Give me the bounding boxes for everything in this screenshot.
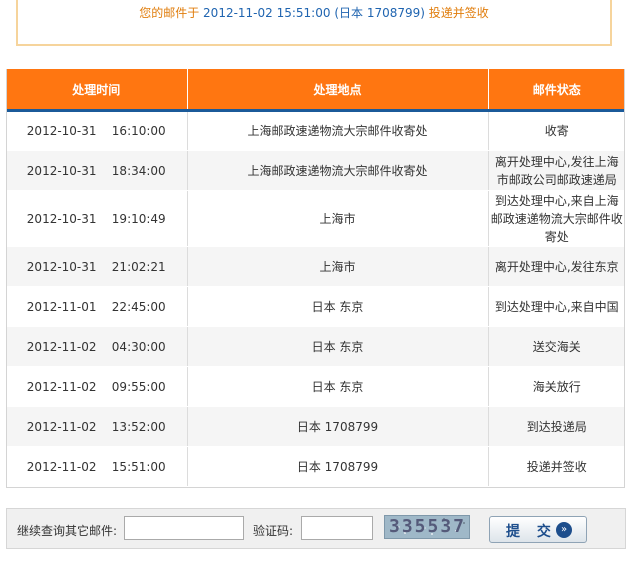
verification-code-input[interactable] — [301, 516, 373, 540]
row-status: 投递并签收 — [488, 446, 625, 487]
row-status: 离开处理中心,发往上海市邮政公司邮政速递局 — [488, 150, 625, 191]
row-time: 2012-11-02 04:30:00 — [6, 326, 188, 367]
row-time: 2012-11-02 09:55:00 — [6, 366, 188, 407]
row-location: 日本 1708799 — [187, 446, 489, 487]
notice-datetime: 2012-11-02 15:51:00 — [203, 6, 331, 20]
row-status: 收寄 — [488, 110, 625, 151]
tracking-table: 处理时间 处理地点 邮件状态 2012-10-31 16:10:00 上海邮政速… — [6, 69, 625, 487]
row-location: 上海市 — [187, 246, 489, 287]
row-status: 海关放行 — [488, 366, 625, 407]
row-status: 到达处理中心,来自上海邮政速递物流大宗邮件收寄处 — [488, 190, 625, 247]
query-bar: 继续查询其它邮件: 验证码: 335537 提 交 » — [6, 508, 626, 549]
table-row: 2012-11-02 09:55:00 日本 东京 海关放行 — [6, 366, 625, 407]
row-status: 离开处理中心,发往东京 — [488, 246, 625, 287]
row-location: 日本 东京 — [187, 366, 489, 407]
header-processing-location: 处理地点 — [187, 69, 489, 112]
row-time: 2012-10-31 16:10:00 — [6, 110, 188, 151]
row-time: 2012-10-31 19:10:49 — [6, 190, 188, 247]
row-time: 2012-10-31 18:34:00 — [6, 150, 188, 191]
notice-prefix: 您的邮件于 — [139, 6, 204, 20]
row-status: 送交海关 — [488, 326, 625, 367]
delivery-notice-text: 您的邮件于 2012-11-02 15:51:00 (日本 1708799) 投… — [18, 4, 610, 21]
verification-code-label: 验证码: — [253, 524, 294, 538]
table-row: 2012-10-31 16:10:00 上海邮政速递物流大宗邮件收寄处 收寄 — [6, 110, 625, 151]
row-location: 上海邮政速递物流大宗邮件收寄处 — [187, 110, 489, 151]
mail-number-label: 继续查询其它邮件: — [17, 524, 118, 538]
table-row: 2012-10-31 18:34:00 上海邮政速递物流大宗邮件收寄处 离开处理… — [6, 150, 625, 191]
row-status: 到达处理中心,来自中国 — [488, 286, 625, 327]
row-location: 上海市 — [187, 190, 489, 247]
captcha-text: 335537 — [389, 516, 467, 537]
row-location: 日本 东京 — [187, 326, 489, 367]
notice-suffix: 投递并签收 — [424, 6, 489, 20]
row-time: 2012-10-31 21:02:21 — [6, 246, 188, 287]
row-location: 上海邮政速递物流大宗邮件收寄处 — [187, 150, 489, 191]
row-location: 日本 1708799 — [187, 406, 489, 447]
captcha-image[interactable]: 335537 — [384, 515, 470, 539]
notice-place: (日本 1708799) — [334, 6, 425, 20]
submit-label: 提 交 — [506, 524, 557, 540]
delivery-notice-box: 您的邮件于 2012-11-02 15:51:00 (日本 1708799) 投… — [16, 0, 612, 46]
tracking-header-row: 处理时间 处理地点 邮件状态 — [6, 69, 625, 112]
table-row: 2012-10-31 21:02:21 上海市 离开处理中心,发往东京 — [6, 246, 625, 287]
mail-number-input[interactable] — [124, 516, 244, 540]
header-processing-time: 处理时间 — [6, 69, 188, 112]
row-status: 到达投递局 — [488, 406, 625, 447]
header-mail-status: 邮件状态 — [488, 69, 625, 112]
submit-button[interactable]: 提 交 » — [489, 516, 587, 543]
table-row: 2012-11-01 22:45:00 日本 东京 到达处理中心,来自中国 — [6, 286, 625, 327]
table-row: 2012-11-02 15:51:00 日本 1708799 投递并签收 — [6, 446, 625, 487]
double-arrow-icon: » — [556, 522, 572, 538]
row-location: 日本 东京 — [187, 286, 489, 327]
row-time: 2012-11-02 15:51:00 — [6, 446, 188, 487]
table-row: 2012-11-02 13:52:00 日本 1708799 到达投递局 — [6, 406, 625, 447]
row-time: 2012-11-01 22:45:00 — [6, 286, 188, 327]
table-row: 2012-10-31 19:10:49 上海市 到达处理中心,来自上海邮政速递物… — [6, 190, 625, 247]
table-row: 2012-11-02 04:30:00 日本 东京 送交海关 — [6, 326, 625, 367]
row-time: 2012-11-02 13:52:00 — [6, 406, 188, 447]
